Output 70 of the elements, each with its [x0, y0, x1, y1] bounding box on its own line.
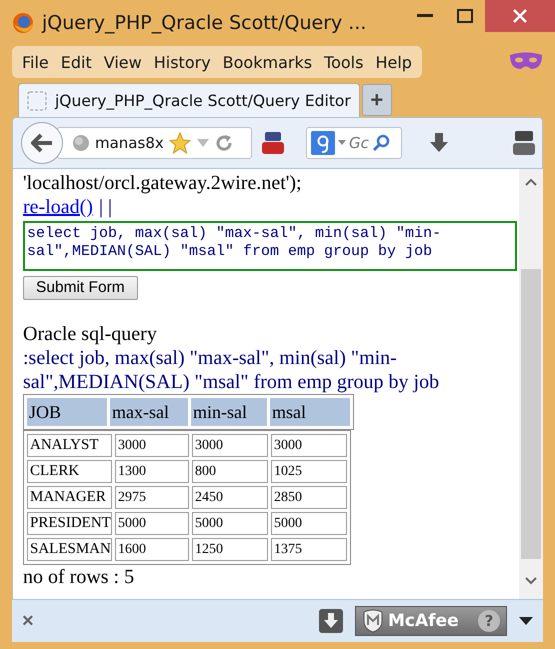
- column-header: min-sal: [191, 398, 267, 426]
- table-cell: 3000: [115, 434, 189, 457]
- row-count-text: no of rows : 5: [23, 565, 136, 589]
- browser-logo-icon: [12, 12, 34, 34]
- video-icon[interactable]: [260, 130, 286, 156]
- heading-text: Oracle sql-query: [23, 322, 158, 346]
- table-cell: MANAGER: [27, 486, 112, 509]
- download-icon[interactable]: [319, 609, 343, 633]
- table-cell: 5000: [115, 512, 189, 535]
- menu-item[interactable]: Edit: [54, 52, 98, 72]
- window-title: jQuery_PHP_Qracle Scott/Query ...: [42, 12, 368, 34]
- globe-icon: [72, 134, 90, 152]
- mcafee-button[interactable]: McAfee ?: [355, 606, 507, 636]
- text-line: 'localhost/orcl.gateway.2wire.net');: [23, 171, 303, 195]
- menu-item[interactable]: History: [148, 52, 217, 72]
- table-cell: 3000: [192, 434, 268, 457]
- maximize-icon: [457, 9, 473, 23]
- minimize-icon: [417, 14, 433, 18]
- table-cell: PRESIDENT: [27, 512, 112, 535]
- browser-tab[interactable]: jQuery_PHP_Qracle Scott/Query Editor: [18, 83, 360, 117]
- table-cell: 2975: [115, 486, 189, 509]
- back-button[interactable]: [21, 122, 63, 164]
- new-tab-button[interactable]: +: [362, 84, 392, 116]
- reload-link[interactable]: re-load(): [23, 196, 93, 218]
- download-icon[interactable]: [428, 132, 450, 154]
- menu-item[interactable]: File: [16, 52, 55, 72]
- table-cell: 1025: [271, 460, 347, 483]
- table-cell: 1600: [115, 538, 189, 561]
- search-icon: [372, 134, 390, 152]
- table-cell: 5000: [192, 512, 268, 535]
- table-cell: 1375: [271, 538, 347, 561]
- query-field[interactable]: select job, max(sal) "max-sal", min(sal) "min-sal",MEDIAN(SAL) "msal" from emp group by job: [23, 221, 517, 271]
- table-cell: 2850: [271, 486, 347, 509]
- mcafee-label: McAfee: [388, 611, 459, 631]
- query-text: :select job, max(sal) "max-sal", min(sal) "min-sal",MEDIAN(SAL) "msal" from emp group by job: [23, 346, 440, 394]
- help-icon[interactable]: ?: [478, 610, 500, 632]
- menu-item[interactable]: Tools: [318, 52, 370, 72]
- mask-icon: [509, 52, 543, 72]
- column-header: msal: [270, 398, 350, 426]
- address-field[interactable]: manas8x: [57, 127, 252, 159]
- table-cell: 800: [192, 460, 268, 483]
- dropdown-icon: [338, 140, 346, 146]
- close-button[interactable]: [485, 0, 555, 32]
- video-icon[interactable]: [512, 130, 536, 156]
- column-header: JOB: [27, 398, 107, 426]
- table-cell: 2450: [192, 486, 268, 509]
- menu-item[interactable]: Help: [369, 52, 418, 72]
- page-icon: [27, 90, 47, 110]
- table-cell: 1300: [115, 460, 189, 483]
- search-engine-icon: [311, 131, 335, 155]
- close-button[interactable]: ×: [22, 610, 34, 632]
- shield-icon: [362, 609, 384, 633]
- table-cell: SALESMAN: [27, 538, 112, 561]
- menu-item[interactable]: View: [98, 52, 148, 72]
- table-cell: 3000: [271, 434, 347, 457]
- separator-text: | |: [98, 196, 112, 218]
- table-cell: ANALYST: [27, 434, 112, 457]
- column-header: max-sal: [110, 398, 188, 426]
- table-cell: 1250: [192, 538, 268, 561]
- dropdown-icon: [196, 138, 210, 148]
- star-icon: [168, 132, 191, 154]
- table-cell: 5000: [271, 512, 347, 535]
- dropdown-icon[interactable]: [519, 617, 533, 625]
- table-cell: CLERK: [27, 460, 112, 483]
- menu-item[interactable]: Bookmarks: [216, 52, 318, 72]
- close-icon: [513, 9, 527, 23]
- back-arrow-icon: [31, 133, 53, 153]
- reload-icon: [214, 134, 233, 152]
- submit-button[interactable]: Submit Form: [23, 276, 138, 300]
- search-field[interactable]: Gc: [306, 127, 402, 159]
